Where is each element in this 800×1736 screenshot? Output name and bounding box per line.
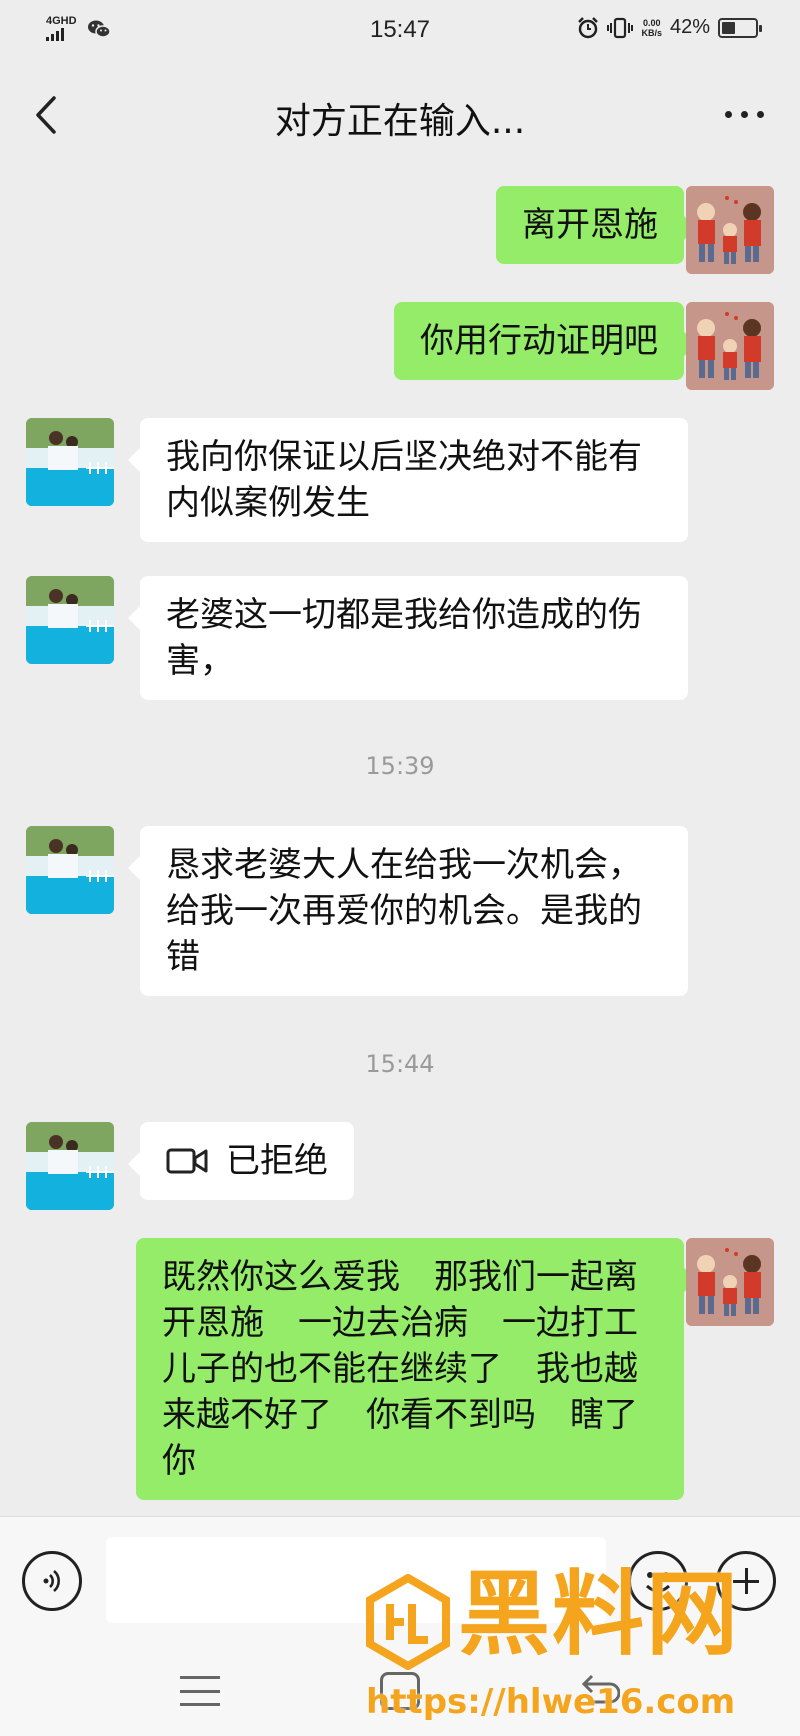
more-dot <box>756 110 764 118</box>
recent-apps-button[interactable] <box>180 1676 220 1706</box>
couple-photo-avatar-icon <box>26 826 114 914</box>
system-back-icon[interactable] <box>580 1674 620 1708</box>
alarm-icon <box>578 16 599 38</box>
family-avatar-icon <box>686 302 774 390</box>
couple-photo-avatar-icon <box>26 418 114 506</box>
status-right: 0.00 KB/s 42% <box>577 16 762 39</box>
more-options-button[interactable] <box>714 92 774 136</box>
more-dot <box>724 110 732 118</box>
net-speed-unit: KB/s <box>641 27 662 38</box>
couple-photo-avatar-icon <box>26 1122 114 1210</box>
status-bar: 4GHD 15:47 0.00 KB/s 42% <box>0 0 800 62</box>
contact-avatar[interactable] <box>26 1122 114 1210</box>
family-avatar-icon <box>686 186 774 274</box>
my-avatar[interactable] <box>686 302 774 390</box>
message-bubble-received[interactable]: 恳求老婆大人在给我一次机会，给我一次再爱你的机会。是我的错 <box>128 826 688 996</box>
message-row: 老婆这一切都是我给你造成的伤害， <box>0 576 800 708</box>
battery-percent: 42% <box>669 16 710 38</box>
input-bar <box>0 1516 800 1646</box>
message-input[interactable] <box>106 1537 606 1623</box>
more-dot <box>740 110 748 118</box>
message-bubble-sent[interactable]: 你用行动证明吧 <box>394 302 696 380</box>
chat-header: 对方正在输入... <box>0 62 800 166</box>
contact-avatar[interactable] <box>26 576 114 664</box>
contact-avatar[interactable] <box>26 826 114 914</box>
time-separator: 15:44 <box>365 1050 435 1078</box>
message-list[interactable]: 离开恩施 你用行动证明吧 我向你保证以后坚决绝对不能有内似案例发生 老婆这一切都… <box>0 166 800 1516</box>
video-call-bubble[interactable]: 已拒绝 <box>128 1122 354 1200</box>
family-avatar-icon <box>686 1238 774 1326</box>
video-call-icon <box>166 1148 208 1174</box>
my-avatar[interactable] <box>686 186 774 274</box>
more-functions-button[interactable] <box>716 1551 776 1611</box>
voice-icon <box>43 1570 60 1592</box>
message-bubble-sent[interactable]: 离开恩施 <box>496 186 696 264</box>
battery-icon <box>718 17 762 38</box>
net-speed-value: 0.00 <box>642 17 661 28</box>
message-row: 我向你保证以后坚决绝对不能有内似案例发生 <box>0 418 800 550</box>
video-call-status: 已拒绝 <box>226 1141 328 1181</box>
time-separator: 15:39 <box>365 752 435 780</box>
emoji-button[interactable] <box>628 1551 688 1611</box>
smiley-icon <box>645 1572 671 1593</box>
message-row: 你用行动证明吧 <box>0 302 800 394</box>
home-button[interactable] <box>380 1672 420 1710</box>
my-avatar[interactable] <box>686 1238 774 1326</box>
message-row: 既然你这么爱我 那我们一起离开恩施 一边去治病 一边打工 儿子的也不能在继续了 … <box>0 1238 800 1516</box>
message-row: 离开恩施 <box>0 186 800 278</box>
vibrate-icon <box>607 17 634 38</box>
net-speed: 0.00 KB/s <box>641 18 662 38</box>
voice-input-button[interactable] <box>22 1551 82 1611</box>
message-bubble-received[interactable]: 老婆这一切都是我给你造成的伤害， <box>128 576 688 700</box>
contact-avatar[interactable] <box>26 418 114 506</box>
message-bubble-sent[interactable]: 既然你这么爱我 那我们一起离开恩施 一边去治病 一边打工 儿子的也不能在继续了 … <box>136 1238 696 1500</box>
message-row: 恳求老婆大人在给我一次机会，给我一次再爱你的机会。是我的错 <box>0 826 800 1004</box>
couple-photo-avatar-icon <box>26 576 114 664</box>
message-row: 已拒绝 <box>0 1122 800 1214</box>
system-nav-bar <box>0 1646 800 1736</box>
message-bubble-received[interactable]: 我向你保证以后坚决绝对不能有内似案例发生 <box>128 418 688 542</box>
page-title: 对方正在输入... <box>274 101 526 142</box>
